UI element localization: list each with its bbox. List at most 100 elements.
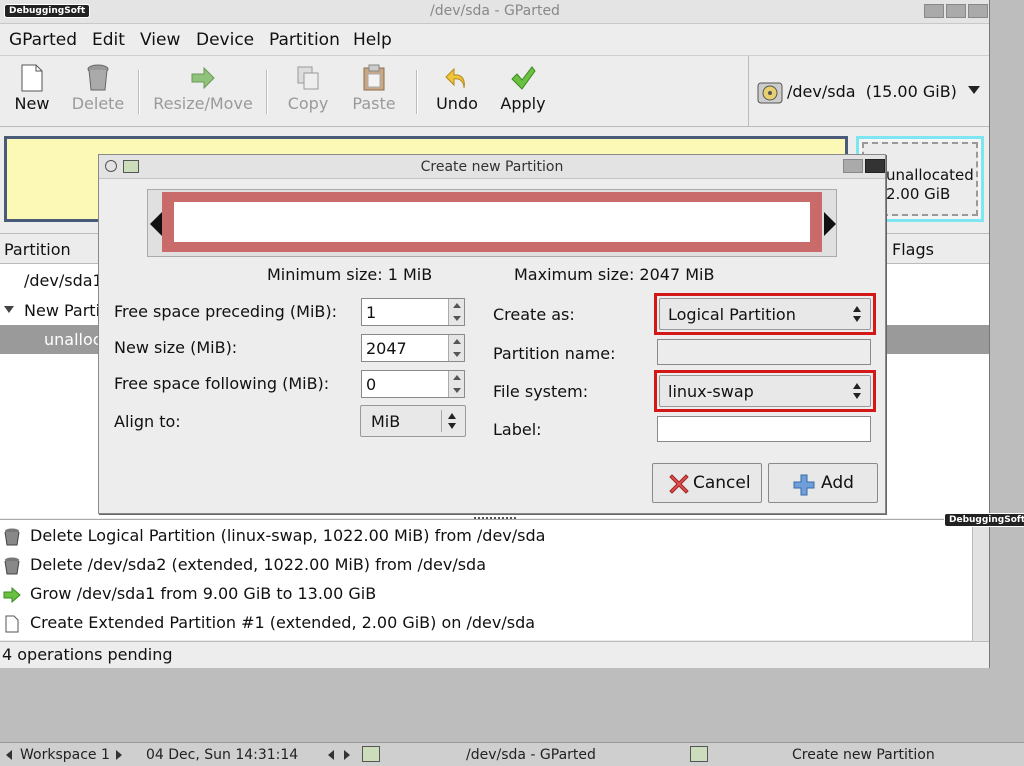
left-resize-handle-icon[interactable] bbox=[150, 212, 162, 236]
taskbar: Workspace 1 04 Dec, Sun 14:31:14 /dev/sd… bbox=[0, 742, 1024, 766]
operation-text: Grow /dev/sda1 from 9.00 GiB to 13.00 Gi… bbox=[30, 584, 377, 603]
create-as-select[interactable]: Logical Partition bbox=[659, 298, 871, 330]
min-size-label: Minimum size: 1 MiB bbox=[267, 265, 433, 284]
delete-button[interactable]: Delete bbox=[70, 58, 126, 113]
cancel-button[interactable]: Cancel bbox=[652, 463, 762, 503]
free-following-stepper[interactable]: 0 bbox=[361, 370, 465, 398]
toolbar-separator bbox=[266, 70, 268, 114]
menu-gparted[interactable]: GParted bbox=[9, 30, 77, 50]
minimize-icon[interactable] bbox=[843, 159, 863, 173]
create-as-label: Create as: bbox=[493, 305, 575, 324]
new-size-stepper[interactable]: 2047 bbox=[361, 334, 465, 362]
copy-button[interactable]: Copy bbox=[286, 58, 330, 113]
toolbar-separator bbox=[416, 70, 418, 114]
task-next-icon[interactable] bbox=[344, 750, 350, 760]
menu-partition[interactable]: Partition bbox=[269, 30, 340, 50]
file-system-value: linux-swap bbox=[668, 382, 754, 401]
operation-text: Delete Logical Partition (linux-swap, 10… bbox=[30, 526, 546, 545]
partition-name-label: Partition name: bbox=[493, 344, 616, 363]
resize-move-button[interactable]: Resize/Move bbox=[152, 58, 254, 113]
stepper-buttons[interactable] bbox=[448, 335, 464, 361]
right-resize-handle-icon[interactable] bbox=[824, 212, 836, 236]
list-item[interactable]: Grow /dev/sda1 from 9.00 GiB to 13.00 Gi… bbox=[0, 580, 970, 609]
list-item[interactable]: Delete /dev/sda2 (extended, 1022.00 MiB)… bbox=[0, 551, 970, 580]
menu-help[interactable]: Help bbox=[353, 30, 392, 50]
add-button[interactable]: Add bbox=[768, 463, 878, 503]
task-gparted[interactable]: /dev/sda - GParted bbox=[466, 747, 596, 763]
close-icon[interactable] bbox=[865, 159, 885, 173]
align-to-select[interactable]: MiB bbox=[360, 405, 466, 437]
undo-arrow-icon bbox=[445, 67, 465, 89]
close-icon[interactable] bbox=[968, 4, 988, 18]
column-header-flags[interactable]: Flags bbox=[892, 240, 934, 259]
list-item[interactable]: Create Extended Partition #1 (extended, … bbox=[0, 609, 970, 638]
apply-button[interactable]: Apply bbox=[498, 58, 548, 113]
new-button[interactable]: New bbox=[10, 58, 54, 113]
trash-icon bbox=[4, 557, 20, 575]
new-partition-fill bbox=[174, 202, 810, 242]
apply-button-label: Apply bbox=[500, 94, 546, 113]
free-preceding-label: Free space preceding (MiB): bbox=[114, 302, 338, 321]
new-size-label: New size (MiB): bbox=[114, 338, 238, 357]
combo-divider bbox=[441, 410, 442, 432]
column-header-partition[interactable]: Partition bbox=[4, 240, 71, 259]
dialog-titlebar[interactable]: Create new Partition bbox=[99, 155, 885, 179]
minimize-icon[interactable] bbox=[924, 4, 944, 18]
free-following-value: 0 bbox=[366, 375, 377, 394]
free-preceding-stepper[interactable]: 1 bbox=[361, 298, 465, 326]
expander-arrow-icon[interactable] bbox=[4, 306, 14, 313]
file-system-select[interactable]: linux-swap bbox=[659, 375, 871, 407]
resize-arrow-icon bbox=[3, 586, 21, 604]
workspace-next-icon[interactable] bbox=[116, 750, 122, 760]
cancel-button-label: Cancel bbox=[693, 473, 751, 493]
pane-resize-grip[interactable] bbox=[474, 517, 516, 521]
undo-button-label: Undo bbox=[436, 94, 478, 113]
menu-view[interactable]: View bbox=[140, 30, 180, 50]
trash-icon bbox=[87, 64, 109, 91]
gparted-task-icon bbox=[362, 746, 380, 762]
new-document-icon bbox=[21, 64, 43, 92]
new-partition-block[interactable] bbox=[162, 192, 822, 252]
copy-icon bbox=[297, 66, 319, 90]
menubar: GParted Edit View Device Partition Help bbox=[0, 26, 989, 54]
new-button-label: New bbox=[14, 94, 50, 113]
task-create-partition[interactable]: Create new Partition bbox=[792, 747, 935, 763]
plus-icon bbox=[793, 474, 815, 496]
maximize-icon[interactable] bbox=[946, 4, 966, 18]
list-item[interactable]: Delete Logical Partition (linux-swap, 10… bbox=[0, 522, 970, 551]
pending-operations-list: Delete Logical Partition (linux-swap, 10… bbox=[0, 519, 989, 641]
undo-button[interactable]: Undo bbox=[432, 58, 482, 113]
device-name: /dev/sda (15.00 GiB) bbox=[787, 82, 957, 101]
menu-edit[interactable]: Edit bbox=[92, 30, 125, 50]
updown-arrow-icon bbox=[852, 305, 862, 323]
stepper-buttons[interactable] bbox=[448, 371, 464, 397]
paste-button-label: Paste bbox=[352, 94, 396, 113]
operations-scrollbar[interactable] bbox=[972, 520, 989, 641]
device-selector[interactable]: /dev/sda (15.00 GiB) bbox=[748, 56, 989, 126]
paste-button[interactable]: Paste bbox=[350, 58, 398, 113]
unallocated-label: unallocated bbox=[886, 166, 974, 184]
partition-name-input[interactable] bbox=[657, 339, 871, 365]
debuggingsoft-logo: DebuggingSoft bbox=[944, 513, 1024, 527]
workspace-prev-icon[interactable] bbox=[6, 750, 12, 760]
new-size-value: 2047 bbox=[366, 339, 407, 358]
window-titlebar[interactable]: DebuggingSoft /dev/sda - GParted bbox=[0, 0, 989, 24]
workspace-label[interactable]: Workspace 1 bbox=[20, 747, 110, 763]
clock: 04 Dec, Sun 14:31:14 bbox=[146, 747, 299, 763]
menu-device[interactable]: Device bbox=[196, 30, 254, 50]
dialog-title: Create new Partition bbox=[420, 159, 564, 175]
free-following-label: Free space following (MiB): bbox=[114, 374, 330, 393]
add-button-label: Add bbox=[821, 473, 854, 493]
updown-arrow-icon bbox=[852, 382, 862, 400]
paste-icon bbox=[363, 64, 385, 91]
partition-size-bar[interactable] bbox=[147, 189, 837, 257]
resize-move-label: Resize/Move bbox=[153, 94, 253, 113]
task-prev-icon[interactable] bbox=[328, 750, 334, 760]
file-system-label: File system: bbox=[493, 382, 589, 401]
copy-button-label: Copy bbox=[287, 94, 329, 113]
label-input[interactable] bbox=[657, 416, 871, 442]
toolbar-separator bbox=[138, 70, 140, 114]
stepper-buttons[interactable] bbox=[448, 299, 464, 325]
updown-arrow-icon bbox=[447, 412, 457, 430]
max-size-label: Maximum size: 2047 MiB bbox=[514, 265, 715, 284]
